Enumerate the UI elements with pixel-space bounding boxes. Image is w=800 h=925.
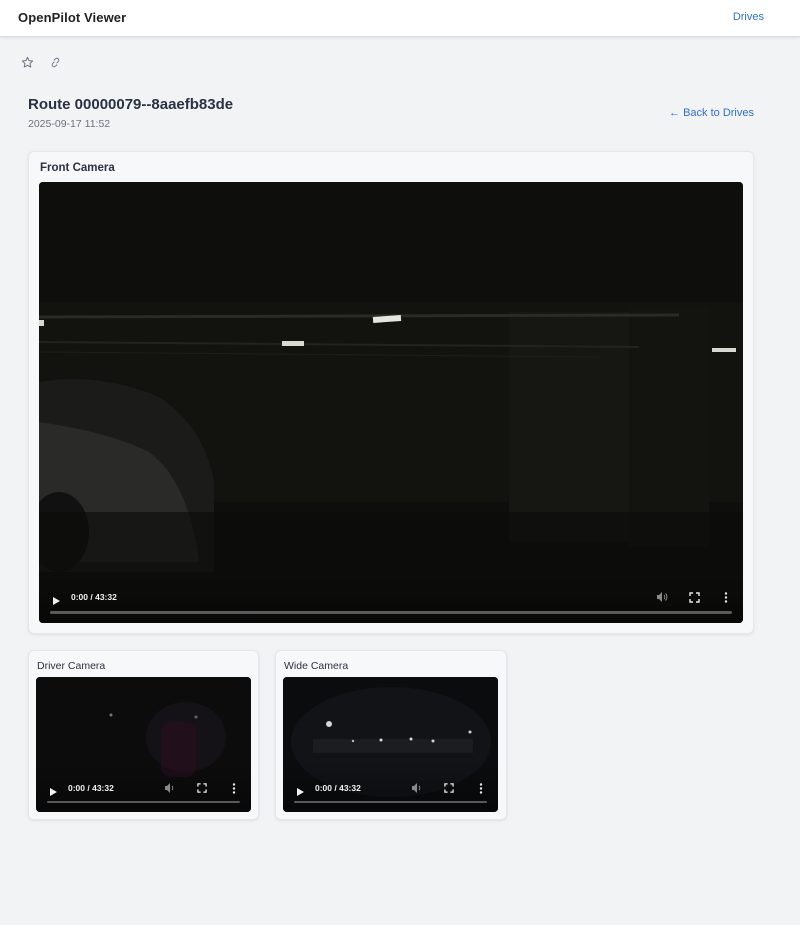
driver-video-controls: 0:00 / 43:32: [36, 762, 251, 812]
driver-video-progress[interactable]: [47, 801, 240, 803]
driver-camera-video[interactable]: 0:00 / 43:32: [36, 677, 251, 812]
volume-icon[interactable]: [656, 591, 668, 603]
front-camera-video[interactable]: 0:00 / 43:32: [39, 182, 743, 623]
front-camera-card: Front Camera 0:00 / 43:32: [28, 151, 754, 634]
wide-camera-title: Wide Camera: [284, 660, 349, 672]
play-icon[interactable]: [48, 784, 58, 796]
wide-camera-video[interactable]: 0:00 / 43:32: [283, 677, 498, 812]
fullscreen-icon[interactable]: [443, 782, 455, 794]
volume-icon[interactable]: [164, 782, 176, 794]
more-options-icon[interactable]: [475, 782, 487, 794]
front-video-time: 0:00 / 43:32: [71, 592, 117, 602]
star-icon[interactable]: [20, 55, 34, 69]
driver-camera-title: Driver Camera: [37, 660, 106, 672]
more-options-icon[interactable]: [720, 591, 732, 603]
wide-video-controls: 0:00 / 43:32: [283, 762, 498, 812]
front-video-controls: 0:00 / 43:32: [39, 573, 743, 623]
front-video-progress[interactable]: [50, 611, 732, 614]
toolbar-icons: [20, 55, 62, 69]
wide-camera-card: Wide Camera 0:00 / 43:32: [275, 650, 507, 820]
app-title[interactable]: OpenPilot Viewer: [18, 10, 126, 25]
link-icon[interactable]: [48, 55, 62, 69]
play-icon[interactable]: [295, 784, 305, 796]
wide-video-progress[interactable]: [294, 801, 487, 803]
nav-drives-link[interactable]: Drives: [733, 11, 764, 23]
driver-camera-card: Driver Camera 0:00 / 43:32: [28, 650, 259, 820]
more-options-icon[interactable]: [228, 782, 240, 794]
route-title: Route 00000079--8aaefb83de: [28, 96, 234, 113]
fullscreen-icon[interactable]: [196, 782, 208, 794]
back-to-drives-link[interactable]: ← Back to Drives: [669, 107, 754, 119]
volume-icon[interactable]: [411, 782, 423, 794]
fullscreen-icon[interactable]: [688, 591, 700, 603]
front-camera-title: Front Camera: [40, 162, 115, 174]
top-navbar: OpenPilot Viewer Drives: [0, 0, 800, 37]
wide-video-time: 0:00 / 43:32: [315, 783, 361, 793]
front-camera-frame: [39, 182, 743, 623]
play-icon[interactable]: [51, 593, 61, 605]
route-date: 2025-09-17 11:52: [28, 118, 111, 130]
driver-video-time: 0:00 / 43:32: [68, 783, 114, 793]
